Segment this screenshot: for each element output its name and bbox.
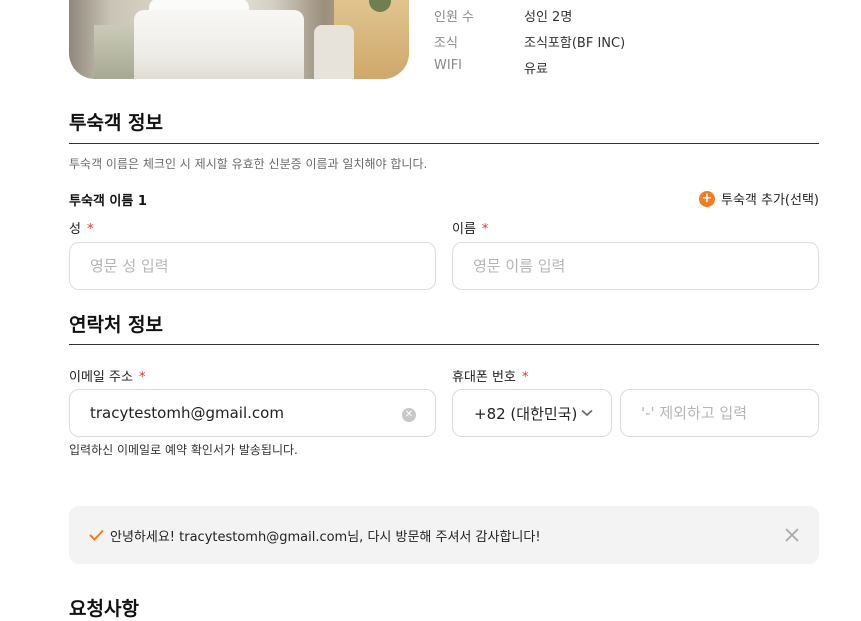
close-icon[interactable] [785,528,799,542]
country-code-select[interactable]: +82 (대한민국) [452,389,612,437]
required-mark: * [521,370,529,385]
plus-icon: + [699,190,715,207]
info-value-wifi: 유료 [524,62,548,77]
clear-icon[interactable]: ✕ [402,408,416,422]
contact-section-divider [69,344,819,345]
welcome-message: 안녕하세요! tracytestomh@gmail.com님, 다시 방문해 주… [110,529,541,545]
required-mark: * [138,370,146,385]
last-name-label-text: 성 [69,222,81,237]
required-mark: * [481,222,489,237]
info-label-wifi: WIFI [434,58,462,73]
required-mark: * [86,222,94,237]
info-value-breakfast: 조식포함(BF INC) [524,36,626,51]
email-helper-text: 입력하신 이메일로 예약 확인서가 발송됩니다. [69,443,298,457]
check-icon [89,529,104,541]
phone-number-input[interactable] [620,389,819,437]
email-label-text: 이메일 주소 [69,370,133,385]
chevron-down-icon [581,409,593,417]
guest-name-notice: 투숙객 이름은 체크인 시 제시할 유효한 신분증 이름과 일치해야 합니다. [69,157,428,171]
add-guest-label: 투숙객 추가(선택) [721,193,819,208]
room-photo [69,0,409,79]
guest-section-title: 투숙객 정보 [69,112,164,134]
email-label: 이메일 주소 * [69,366,145,385]
country-code-value: +82 (대한민국) [474,404,578,423]
welcome-banner: 안녕하세요! tracytestomh@gmail.com님, 다시 방문해 주… [69,506,819,564]
last-name-label: 성 * [69,218,93,237]
guest-section-divider [69,143,819,144]
info-label-guests: 인원 수 [434,10,475,25]
info-label-breakfast: 조식 [434,36,458,51]
phone-label: 휴대폰 번호 * [452,366,528,385]
first-name-input[interactable] [452,242,819,290]
contact-section-title: 연락처 정보 [69,314,164,336]
phone-label-text: 휴대폰 번호 [452,370,516,385]
info-value-guests: 성인 2명 [524,10,573,25]
first-name-label: 이름 * [452,218,488,237]
email-input[interactable] [69,389,436,437]
guest-name-1-label: 투숙객 이름 1 [69,194,147,209]
last-name-input[interactable] [69,242,436,290]
add-guest-button[interactable]: + 투숙객 추가(선택) [699,189,819,208]
first-name-label-text: 이름 [452,222,476,237]
